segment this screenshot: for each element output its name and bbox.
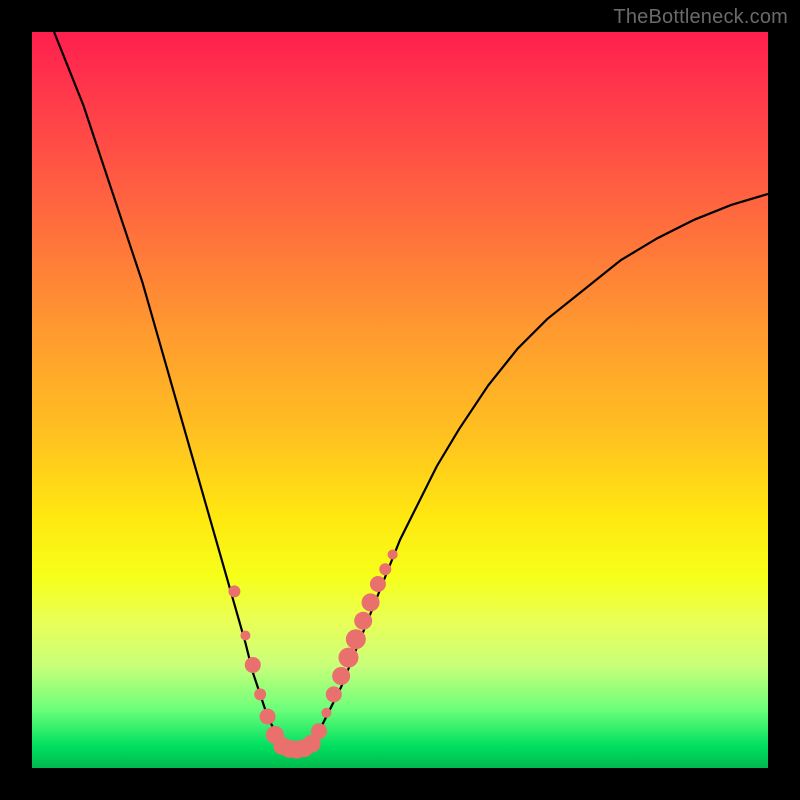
bead-point <box>326 686 342 702</box>
watermark-text: TheBottleneck.com <box>613 6 788 29</box>
bead-point <box>338 648 358 668</box>
bead-point <box>245 657 261 673</box>
bead-point <box>321 708 331 718</box>
bead-point <box>388 550 398 560</box>
bead-point <box>346 629 366 649</box>
curve-left-path <box>54 32 297 750</box>
chart-frame: TheBottleneck.com <box>0 0 800 800</box>
beads-group <box>228 550 397 759</box>
bead-point <box>260 708 276 724</box>
bead-point <box>362 593 380 611</box>
curve-right-path <box>297 194 768 750</box>
bead-point <box>379 563 391 575</box>
bead-point <box>354 612 372 630</box>
bead-point <box>332 667 350 685</box>
bead-point <box>254 688 266 700</box>
bead-point <box>311 723 327 739</box>
bead-point <box>228 585 240 597</box>
chart-overlay <box>32 32 768 768</box>
plot-area <box>32 32 768 768</box>
bead-point <box>370 576 386 592</box>
bead-point <box>240 631 250 641</box>
